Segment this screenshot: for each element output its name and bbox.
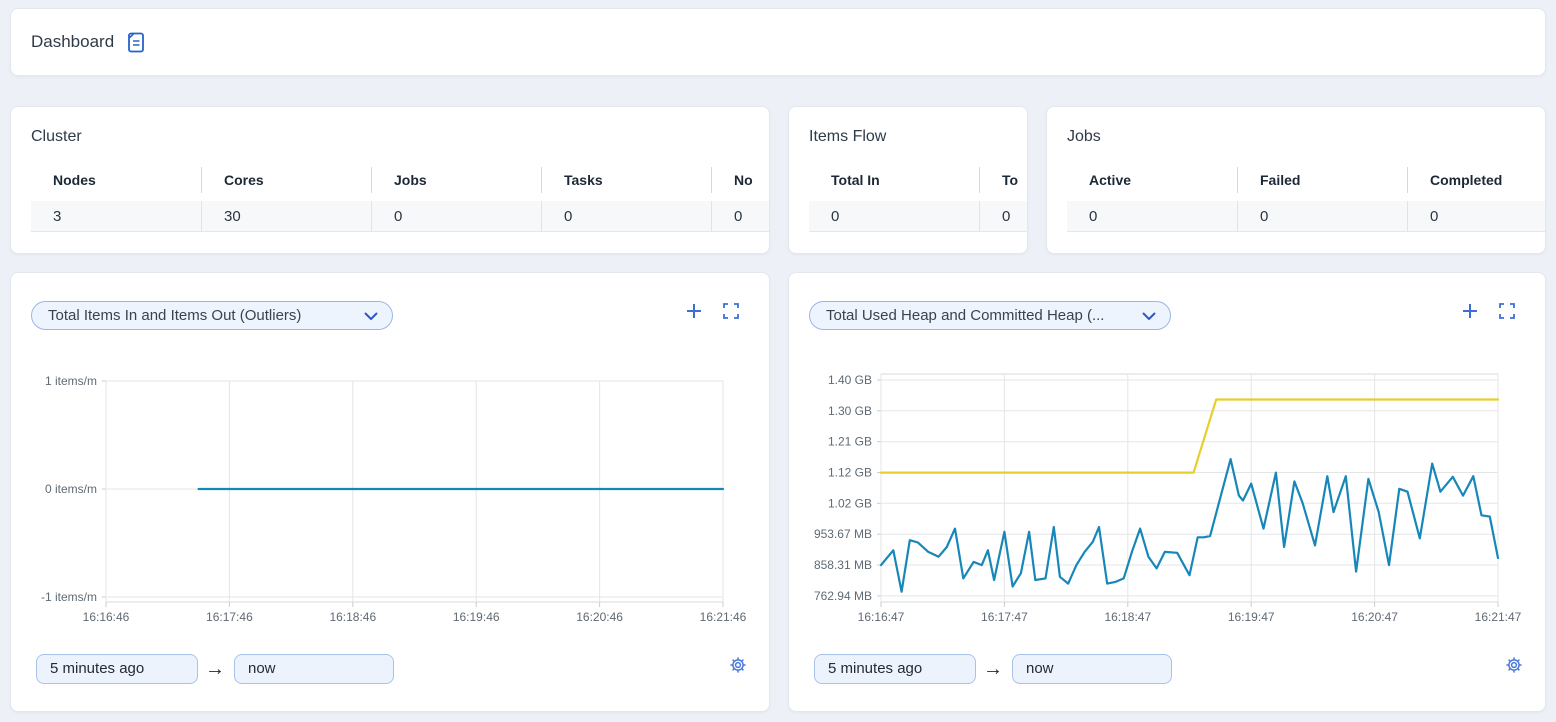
svg-text:16:18:47: 16:18:47 — [1104, 610, 1151, 624]
column-header: Cores — [201, 167, 371, 193]
svg-text:16:18:46: 16:18:46 — [329, 610, 376, 624]
svg-text:0 items/m: 0 items/m — [45, 482, 97, 496]
svg-text:1.02 GB: 1.02 GB — [828, 496, 872, 510]
table-row: 00 — [809, 201, 1028, 232]
stat-value: 0 — [371, 201, 541, 232]
svg-text:16:16:47: 16:16:47 — [858, 610, 905, 624]
settings-gear-icon[interactable] — [729, 656, 747, 674]
svg-text:762.94 MB: 762.94 MB — [814, 589, 872, 603]
metric-select-label: Total Used Heap and Committed Heap (... — [826, 307, 1104, 324]
svg-text:-1 items/m: -1 items/m — [41, 590, 97, 604]
jobs-stats-table: ActiveFailedCompleted 000 — [1067, 167, 1546, 232]
svg-text:1 items/m: 1 items/m — [45, 374, 97, 388]
add-chart-icon[interactable] — [686, 303, 702, 319]
stat-value: 3 — [31, 201, 201, 232]
column-header: Tasks — [541, 167, 711, 193]
items-chart-card: Total Items In and Items Out (Outliers) … — [10, 272, 770, 712]
svg-text:858.31 MB: 858.31 MB — [814, 558, 872, 572]
arrow-right-icon: → — [205, 658, 225, 681]
table-header-row: Total InTo — [809, 167, 1028, 193]
metric-select-dropdown[interactable]: Total Items In and Items Out (Outliers) — [31, 301, 393, 330]
column-header: Failed — [1237, 167, 1407, 193]
svg-text:16:20:46: 16:20:46 — [576, 610, 623, 624]
items-flow-card: Items Flow Total InTo 00 — [788, 106, 1028, 254]
heap-usage-chart[interactable]: 1.40 GB 1.30 GB 1.21 GB 1.12 GB 1.02 GB 953.6… — [789, 366, 1546, 636]
expand-fullscreen-icon[interactable] — [723, 303, 739, 319]
stat-value: 0 — [541, 201, 711, 232]
stat-value: 0 — [1237, 201, 1407, 232]
add-chart-icon[interactable] — [1462, 303, 1478, 319]
time-range-controls: 5 minutes ago → now — [814, 654, 1172, 684]
svg-text:16:19:46: 16:19:46 — [453, 610, 500, 624]
dashboard-page: Dashboard Cluster NodesCoresJobsTasksNo … — [0, 0, 1556, 722]
items-flow-stats-table: Total InTo 00 — [809, 167, 1028, 232]
svg-text:1.21 GB: 1.21 GB — [828, 435, 872, 449]
chevron-down-icon — [364, 312, 378, 320]
settings-gear-icon[interactable] — [1505, 656, 1523, 674]
svg-text:953.67 MB: 953.67 MB — [814, 527, 872, 541]
time-from-input[interactable]: 5 minutes ago — [36, 654, 198, 684]
metric-select-dropdown[interactable]: Total Used Heap and Committed Heap (... — [809, 301, 1171, 330]
svg-text:1.12 GB: 1.12 GB — [828, 466, 872, 480]
svg-text:16:16:46: 16:16:46 — [83, 610, 130, 624]
cluster-stats-table: NodesCoresJobsTasksNo 330000 — [31, 167, 770, 232]
card-title: Cluster — [31, 128, 82, 146]
column-header: No — [711, 167, 770, 193]
column-header: Active — [1067, 167, 1237, 193]
svg-text:1.30 GB: 1.30 GB — [828, 404, 872, 418]
document-icon[interactable] — [127, 32, 146, 53]
stat-value: 30 — [201, 201, 371, 232]
svg-text:16:21:47: 16:21:47 — [1475, 610, 1522, 624]
stat-value: 0 — [979, 201, 1028, 232]
column-header: Jobs — [371, 167, 541, 193]
stat-value: 0 — [711, 201, 770, 232]
cluster-card: Cluster NodesCoresJobsTasksNo 330000 — [10, 106, 770, 254]
svg-text:16:17:46: 16:17:46 — [206, 610, 253, 624]
svg-text:16:17:47: 16:17:47 — [981, 610, 1028, 624]
column-header: Nodes — [31, 167, 201, 193]
items-flow-chart[interactable]: 1 items/m 0 items/m -1 items/m 16:16:46 16:1… — [11, 366, 770, 636]
page-title: Dashboard — [31, 32, 114, 52]
svg-text:16:20:47: 16:20:47 — [1351, 610, 1398, 624]
card-title: Jobs — [1067, 128, 1101, 146]
time-to-input[interactable]: now — [1012, 654, 1172, 684]
table-header-row: ActiveFailedCompleted — [1067, 167, 1546, 193]
table-row: 000 — [1067, 201, 1546, 232]
table-header-row: NodesCoresJobsTasksNo — [31, 167, 770, 193]
card-title: Items Flow — [809, 128, 886, 146]
column-header: To — [979, 167, 1028, 193]
heap-chart-card: Total Used Heap and Committed Heap (... … — [788, 272, 1546, 712]
column-header: Completed — [1407, 167, 1546, 193]
arrow-right-icon: → — [983, 658, 1003, 681]
metric-select-label: Total Items In and Items Out (Outliers) — [48, 307, 301, 324]
svg-text:16:21:46: 16:21:46 — [700, 610, 747, 624]
svg-text:1.40 GB: 1.40 GB — [828, 373, 872, 387]
stat-value: 0 — [1407, 201, 1546, 232]
svg-text:16:19:47: 16:19:47 — [1228, 610, 1275, 624]
time-range-controls: 5 minutes ago → now — [36, 654, 394, 684]
time-to-input[interactable]: now — [234, 654, 394, 684]
column-header: Total In — [809, 167, 979, 193]
expand-fullscreen-icon[interactable] — [1499, 303, 1515, 319]
page-header: Dashboard — [10, 8, 1546, 76]
stat-value: 0 — [1067, 201, 1237, 232]
table-row: 330000 — [31, 201, 770, 232]
chevron-down-icon — [1142, 312, 1156, 320]
time-from-input[interactable]: 5 minutes ago — [814, 654, 976, 684]
jobs-card: Jobs ActiveFailedCompleted 000 — [1046, 106, 1546, 254]
stat-value: 0 — [809, 201, 979, 232]
